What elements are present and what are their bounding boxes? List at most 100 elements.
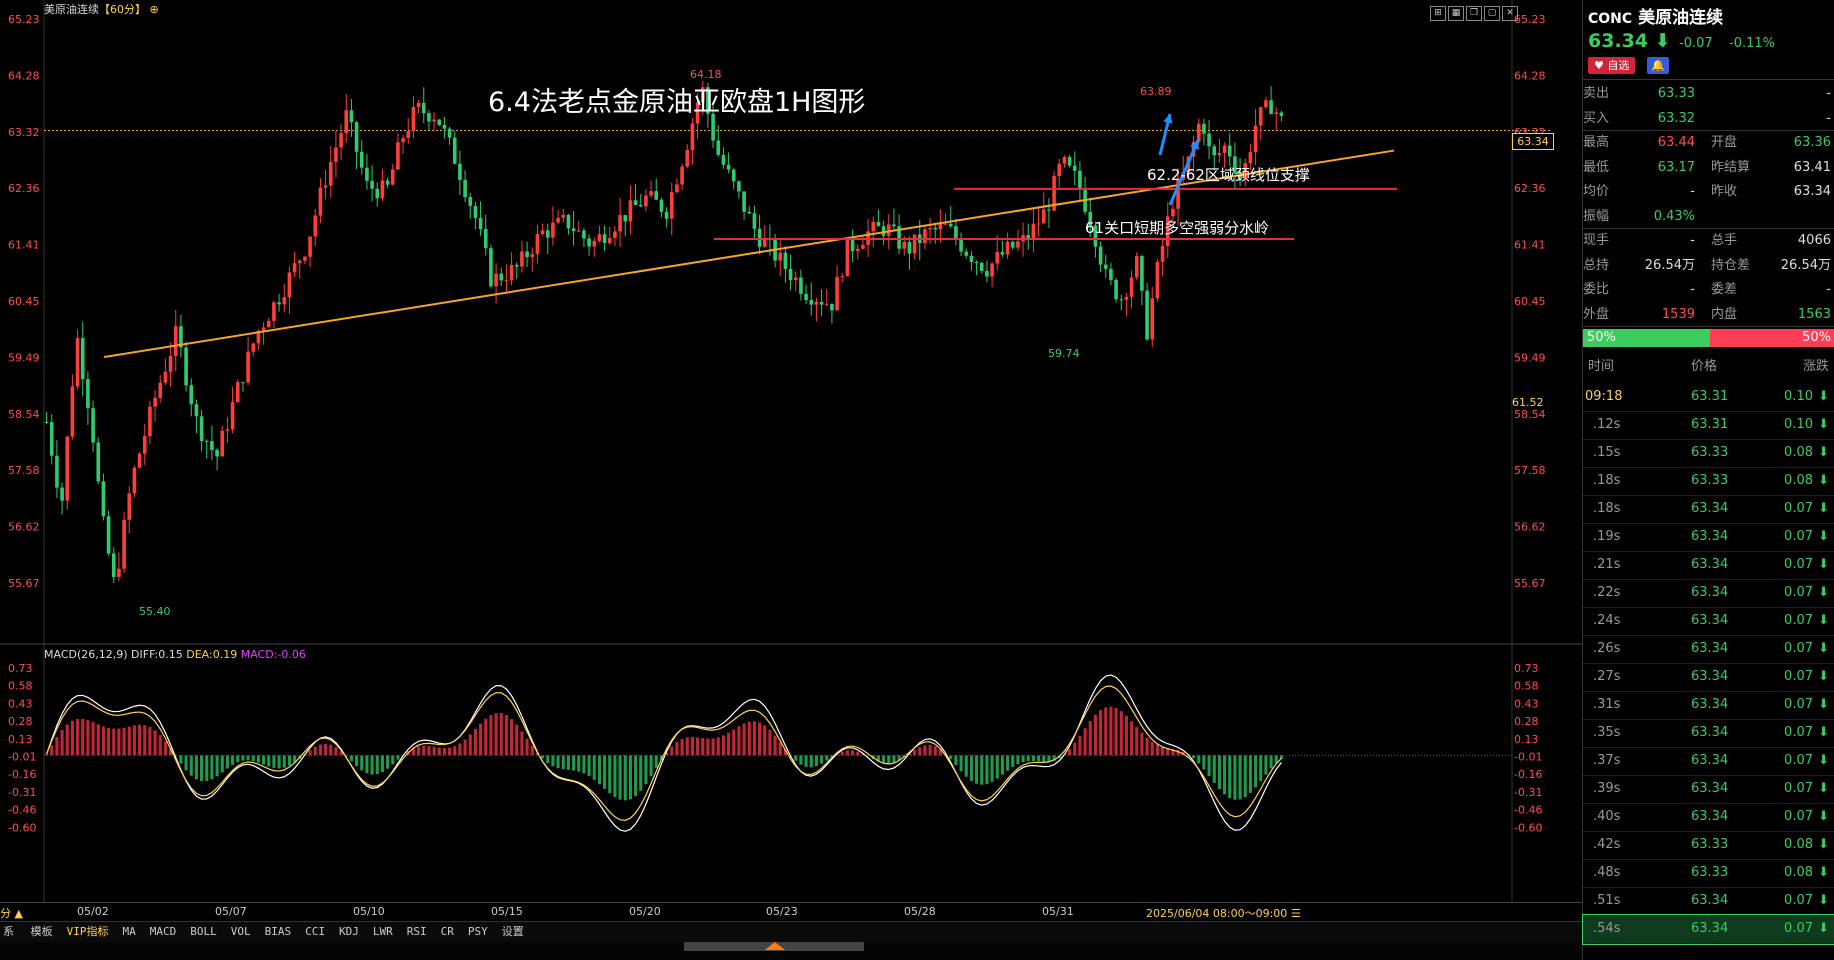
tab-4[interactable]: BOLL (183, 922, 224, 942)
quote-value: 63.36 (1793, 135, 1831, 150)
tab-13[interactable]: 设置 (495, 922, 531, 942)
tick-time: .12s (1593, 417, 1621, 432)
candle-body (1160, 245, 1165, 262)
tab-7[interactable]: CCI (298, 922, 332, 942)
down-arrow-icon: ⬇ (1818, 389, 1829, 404)
candle-body (390, 169, 395, 185)
candle-body (86, 379, 90, 409)
tab-11[interactable]: CR (434, 922, 461, 942)
quote-value: 26.54万 (1780, 257, 1831, 273)
last-price-tag: 63.34 (1512, 133, 1554, 150)
settings-icon[interactable]: ⊕ (150, 3, 159, 16)
candle-body (840, 276, 845, 278)
macd-bar (546, 755, 550, 764)
favorite-button[interactable]: ♥ 自选 (1588, 57, 1636, 74)
x-tick-date: 05/31 (1042, 905, 1074, 918)
candle-body (623, 215, 628, 222)
tick-price: 63.33 (1691, 473, 1729, 488)
macd-bar (577, 755, 581, 772)
tab-0[interactable]: 模板 (24, 922, 60, 942)
tick-change: 0.07 (1784, 893, 1813, 908)
candle-body (385, 180, 390, 185)
tick-change: 0.07 (1784, 613, 1813, 628)
tick-row: .54s 63.34 0.07 ⬇ (1582, 914, 1834, 945)
axis-left-marker[interactable]: 分 ▲ (0, 905, 23, 921)
tick-time: .54s (1593, 921, 1621, 936)
tick-row: .21s 63.34 0.07 ⬇ (1583, 551, 1834, 580)
candle-body (747, 211, 752, 214)
candle-body (292, 263, 297, 273)
candle-body (669, 192, 674, 219)
macd-tick-left: 0.58 (8, 680, 33, 693)
alert-bell-icon[interactable]: 🔔 (1647, 57, 1669, 74)
candle-body (876, 221, 881, 227)
close-icon[interactable]: ✕ (1502, 6, 1518, 21)
copy-icon[interactable]: ❐ (1466, 6, 1482, 21)
candle-body (845, 239, 850, 277)
tick-price: 63.34 (1691, 669, 1729, 684)
candle-body (938, 223, 943, 230)
quote-row: 委比 - 委差 - (1583, 278, 1834, 302)
window-icon[interactable]: ▢ (1484, 6, 1500, 21)
tab-6[interactable]: BIAS (258, 922, 299, 942)
quote-row: 买入 63.32 - (1583, 107, 1834, 131)
macd-bar (241, 755, 245, 761)
tab-5[interactable]: VOL (224, 922, 258, 942)
price-chart[interactable]: 65.2365.2364.2864.2863.3263.3262.3662.36… (0, 0, 1582, 921)
candle-body (959, 238, 963, 252)
tab-3[interactable]: MACD (143, 922, 184, 942)
candle-body (349, 110, 354, 123)
tick-time: .39s (1593, 781, 1621, 796)
candle-body (127, 493, 132, 520)
tab-12[interactable]: PSY (461, 922, 495, 942)
candle-body (158, 382, 163, 398)
tick-row: .26s 63.34 0.07 ⬇ (1583, 635, 1834, 664)
y-tick-right: 61.41 (1514, 239, 1546, 252)
tab-prefix[interactable]: 系 (0, 922, 17, 942)
down-arrow-icon: ⬇ (1818, 865, 1829, 880)
candle-body (995, 252, 1000, 264)
tab-1[interactable]: VIP指标 (60, 922, 116, 942)
candle-body (204, 440, 209, 442)
tick-time: .27s (1593, 669, 1621, 684)
candle-body (664, 211, 669, 219)
tab-9[interactable]: LWR (366, 922, 400, 942)
period-label[interactable]: 【60分】 (99, 3, 146, 16)
down-arrow-icon: ⬇ (1818, 417, 1829, 432)
macd-tick-left: -0.16 (8, 768, 36, 781)
candle-body (928, 227, 932, 230)
candle-body (814, 301, 819, 305)
macd-bar (1207, 755, 1211, 777)
quote-value: 63.44 (1657, 135, 1695, 150)
candle-body (344, 110, 349, 134)
tick-time: .31s (1593, 697, 1621, 712)
macd-bar (50, 745, 54, 756)
candle-body (1103, 264, 1108, 269)
macd-bar (1093, 714, 1097, 756)
macd-bar (225, 755, 229, 769)
layout-icon[interactable]: ▦ (1448, 6, 1464, 21)
scroll-thumb-icon[interactable] (765, 942, 785, 950)
quote-label: 昨结算 (1711, 159, 1751, 175)
candle-body (458, 163, 462, 180)
macd-bar (582, 755, 586, 774)
macd-bar (773, 735, 777, 756)
macd-bar (969, 755, 973, 781)
candle-body (1031, 223, 1036, 240)
tick-price: 63.34 (1691, 921, 1729, 936)
macd-bar (468, 734, 472, 756)
tab-8[interactable]: KDJ (332, 922, 366, 942)
tick-row: .18s 63.34 0.07 ⬇ (1583, 495, 1834, 524)
macd-bar (768, 729, 772, 756)
macd-bar (1269, 755, 1273, 769)
candle-body (1279, 112, 1284, 116)
tab-10[interactable]: RSI (400, 922, 434, 942)
tab-2[interactable]: MA (116, 922, 143, 942)
candle-body (318, 187, 323, 216)
menu-icon[interactable]: ☰ (1291, 907, 1301, 920)
candle-body (365, 167, 369, 181)
candle-body (266, 320, 271, 328)
macd-bar (799, 755, 803, 765)
maximize-icon[interactable]: ⊞ (1430, 6, 1446, 21)
tick-row: .42s 63.33 0.08 ⬇ (1583, 831, 1834, 860)
